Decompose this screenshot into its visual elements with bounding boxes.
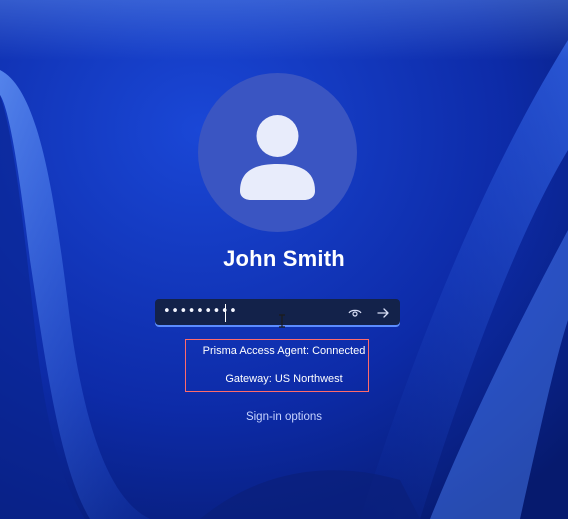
vpn-agent-status: Prisma Access Agent: Connected [202, 345, 366, 357]
text-caret [225, 304, 226, 322]
user-name: John Smith [223, 246, 345, 271]
arrow-right-icon[interactable] [376, 306, 390, 320]
signin-options-link[interactable]: Sign-in options [0, 411, 568, 423]
eye-icon[interactable] [348, 307, 362, 319]
password-value[interactable]: ••••••••• [163, 304, 237, 319]
text-cursor-icon [279, 314, 285, 328]
vpn-gateway-status: Gateway: US Northwest [225, 373, 343, 385]
top-glow [0, 0, 568, 60]
user-avatar [198, 73, 357, 232]
user-silhouette-icon [240, 115, 315, 200]
